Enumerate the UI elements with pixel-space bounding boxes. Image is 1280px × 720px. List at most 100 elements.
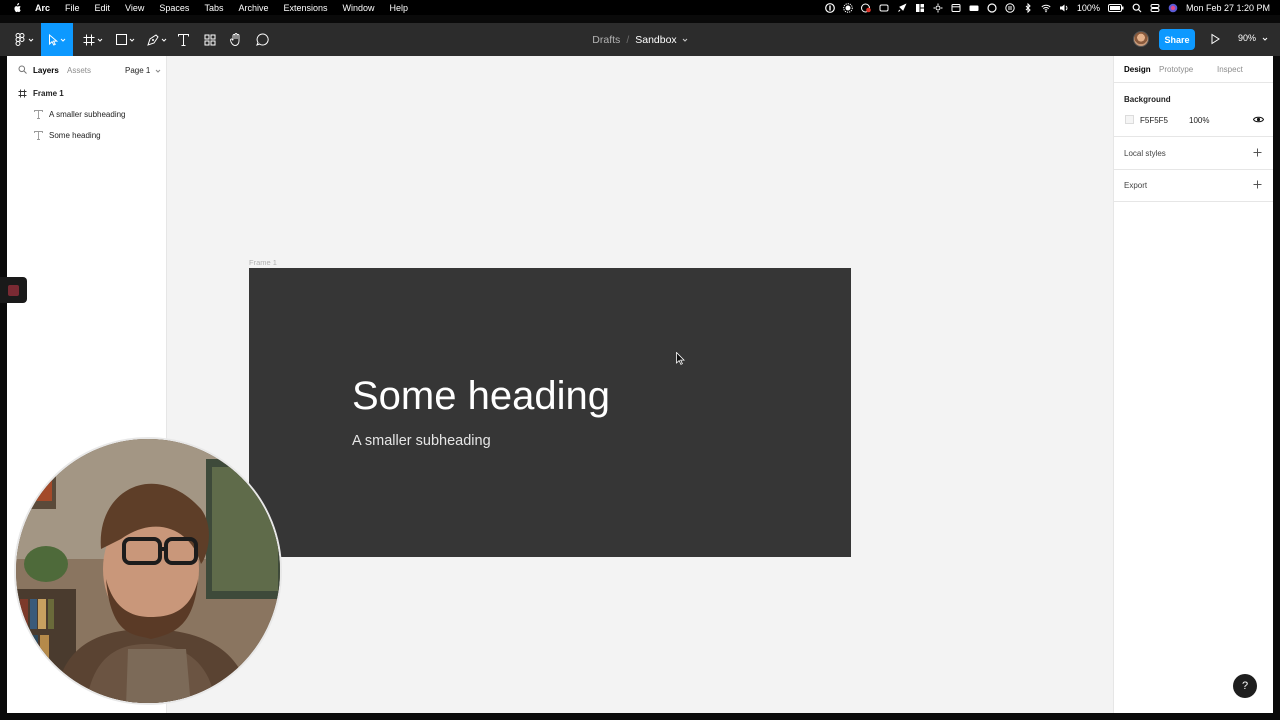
move-tool-button[interactable] bbox=[41, 23, 73, 56]
background-opacity-input[interactable]: 100% bbox=[1189, 116, 1209, 125]
present-play-icon[interactable] bbox=[1209, 33, 1221, 45]
eye-icon[interactable] bbox=[1253, 115, 1264, 124]
menu-edit[interactable]: Edit bbox=[95, 3, 111, 13]
menu-help[interactable]: Help bbox=[390, 3, 409, 13]
brightness-icon[interactable] bbox=[933, 3, 943, 13]
battery-icon[interactable] bbox=[1107, 3, 1124, 13]
siri-icon[interactable] bbox=[1168, 3, 1178, 13]
password-manager-icon[interactable] bbox=[825, 2, 835, 13]
background-hex-input[interactable]: F5F5F5 bbox=[1140, 116, 1168, 125]
menu-window[interactable]: Window bbox=[343, 3, 375, 13]
layer-label: A smaller subheading bbox=[49, 109, 126, 119]
divider bbox=[1114, 82, 1274, 83]
keyboard-icon[interactable] bbox=[969, 3, 979, 13]
help-button[interactable]: ? bbox=[1233, 674, 1257, 698]
chevron-down-icon bbox=[155, 69, 160, 73]
background-section-title: Background bbox=[1124, 95, 1171, 104]
layer-subheading[interactable]: A smaller subheading bbox=[7, 104, 166, 124]
calendar-icon[interactable] bbox=[951, 3, 961, 13]
pen-tool-icon bbox=[147, 33, 159, 46]
menu-extensions[interactable]: Extensions bbox=[283, 3, 327, 13]
frame-1[interactable]: Some heading A smaller subheading bbox=[249, 268, 851, 557]
menu-archive[interactable]: Archive bbox=[238, 3, 268, 13]
wifi-icon[interactable] bbox=[1041, 3, 1051, 13]
frame-tool-button[interactable] bbox=[80, 23, 106, 56]
battery-percent: 100% bbox=[1076, 2, 1100, 13]
focus-icon[interactable] bbox=[987, 2, 997, 13]
layout-icon[interactable] bbox=[915, 3, 925, 13]
frame-layer-icon bbox=[18, 89, 27, 97]
hand-tool-button[interactable] bbox=[226, 23, 246, 56]
menu-bar: Arc File Edit View Spaces Tabs Archive E… bbox=[0, 0, 1280, 15]
text-tool-button[interactable] bbox=[174, 23, 192, 56]
avatar[interactable] bbox=[1133, 31, 1149, 47]
floating-record-widget[interactable] bbox=[0, 277, 27, 303]
background-color-swatch[interactable] bbox=[1125, 115, 1134, 124]
tab-prototype[interactable]: Prototype bbox=[1159, 65, 1193, 74]
zoom-dropdown[interactable]: 90% bbox=[1238, 33, 1268, 43]
heading-text[interactable]: Some heading bbox=[352, 374, 610, 419]
resources-button[interactable] bbox=[200, 23, 220, 56]
pen-tool-button[interactable] bbox=[144, 23, 170, 56]
mouse-cursor-icon bbox=[676, 352, 685, 365]
chevron-down-icon bbox=[161, 38, 167, 42]
tab-inspect[interactable]: Inspect bbox=[1217, 65, 1243, 74]
resources-icon bbox=[204, 34, 216, 45]
menu-app-name[interactable]: Arc bbox=[35, 3, 50, 13]
zoom-level: 90% bbox=[1238, 33, 1257, 43]
frame-label[interactable]: Frame 1 bbox=[249, 258, 277, 267]
divider bbox=[1114, 136, 1274, 137]
bluetooth-icon[interactable] bbox=[1023, 2, 1033, 13]
file-name[interactable]: Sandbox bbox=[635, 34, 676, 46]
menu-tabs[interactable]: Tabs bbox=[204, 3, 223, 13]
tab-assets[interactable]: Assets bbox=[67, 66, 91, 75]
search-icon[interactable] bbox=[18, 65, 27, 74]
breadcrumb-drafts[interactable]: Drafts bbox=[592, 34, 620, 46]
chevron-down-icon[interactable] bbox=[682, 38, 688, 42]
chevron-down-icon bbox=[129, 38, 134, 42]
rocket-icon[interactable] bbox=[897, 2, 907, 13]
chevron-down-icon bbox=[60, 38, 66, 42]
layer-frame-1[interactable]: Frame 1 bbox=[7, 83, 166, 103]
apple-icon[interactable] bbox=[12, 2, 22, 13]
pause-icon[interactable] bbox=[1005, 2, 1015, 13]
frame-tool-icon bbox=[83, 34, 95, 45]
webcam-overlay[interactable] bbox=[14, 437, 282, 705]
window-left-edge bbox=[0, 56, 7, 713]
local-styles-title: Local styles bbox=[1124, 149, 1166, 158]
layer-heading[interactable]: Some heading bbox=[7, 125, 166, 145]
control-center-icon[interactable] bbox=[1150, 3, 1160, 13]
canvas[interactable]: Frame 1 Some heading A smaller subheadin… bbox=[167, 56, 1113, 713]
left-panel-tabs: Layers Assets Page 1 bbox=[7, 56, 166, 82]
comment-tool-icon bbox=[255, 33, 269, 46]
layer-label: Frame 1 bbox=[33, 88, 64, 98]
sun-gear-icon[interactable] bbox=[843, 2, 853, 13]
menu-file[interactable]: File bbox=[65, 3, 80, 13]
webcam-video-feed bbox=[16, 439, 280, 703]
status-area: 100% Mon Feb 27 1:20 PM bbox=[817, 0, 1270, 15]
menu-spaces[interactable]: Spaces bbox=[159, 3, 189, 13]
chevron-down-icon bbox=[28, 38, 33, 42]
page-name: Page 1 bbox=[125, 66, 151, 75]
menu-view[interactable]: View bbox=[125, 3, 144, 13]
export-title: Export bbox=[1124, 181, 1148, 190]
clock[interactable]: Mon Feb 27 1:20 PM bbox=[1186, 3, 1270, 13]
divider bbox=[1114, 169, 1274, 170]
tab-layers[interactable]: Layers bbox=[33, 66, 59, 75]
cloud-icon[interactable] bbox=[879, 3, 889, 13]
window-right-edge bbox=[1273, 56, 1280, 713]
comment-tool-button[interactable] bbox=[252, 23, 272, 56]
page-selector[interactable]: Page 1 bbox=[125, 66, 161, 75]
recording-icon[interactable] bbox=[860, 3, 871, 13]
window-bottom-edge bbox=[0, 713, 1280, 720]
share-button[interactable]: Share bbox=[1159, 29, 1195, 50]
add-local-style-plus-icon[interactable] bbox=[1253, 148, 1262, 157]
shape-tool-button[interactable] bbox=[112, 23, 138, 56]
spotlight-search-icon[interactable] bbox=[1132, 3, 1142, 13]
volume-icon[interactable] bbox=[1059, 3, 1069, 13]
main-menu-button[interactable] bbox=[10, 23, 38, 56]
subheading-text[interactable]: A smaller subheading bbox=[352, 433, 491, 449]
tab-design[interactable]: Design bbox=[1124, 65, 1151, 74]
stop-record-icon[interactable] bbox=[8, 285, 19, 296]
add-export-plus-icon[interactable] bbox=[1253, 180, 1262, 189]
